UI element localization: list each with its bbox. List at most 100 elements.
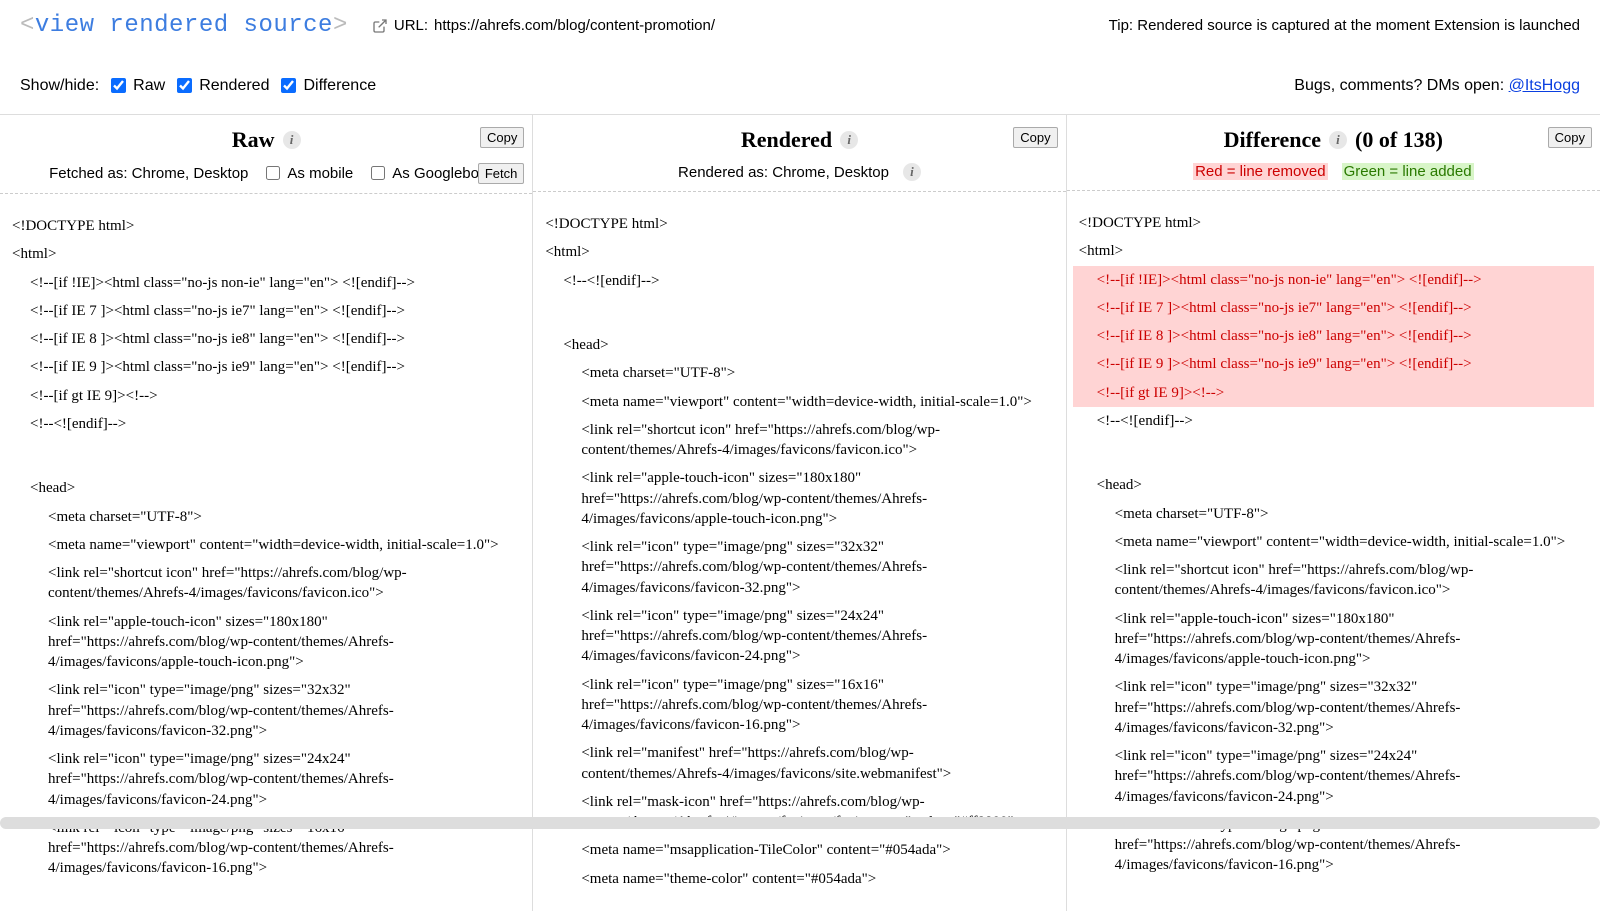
code-line: <link rel="icon" type="image/png" sizes=…: [1073, 673, 1594, 742]
toggle-rendered[interactable]: Rendered: [173, 75, 269, 96]
difference-code-area[interactable]: <!DOCTYPE html><html><!--[if !IE]><html …: [1067, 191, 1600, 898]
column-rendered-title: Rendered: [741, 127, 832, 153]
code-line: <!--[if gt IE 9]><!-->: [1073, 379, 1594, 407]
info-icon[interactable]: i: [1329, 131, 1347, 149]
column-rendered-subheader: Rendered as: Chrome, Desktop i: [533, 157, 1065, 192]
toggle-difference-label: Difference: [303, 77, 376, 95]
copy-raw-button[interactable]: Copy: [480, 127, 524, 148]
code-line: <link rel="apple-touch-icon" sizes="180x…: [539, 464, 1059, 533]
tip-text: Tip: Rendered source is captured at the …: [1109, 17, 1580, 34]
column-difference-header: Difference i (0 of 138) Copy: [1067, 119, 1600, 157]
column-raw: Raw i Copy Fetched as: Chrome, Desktop A…: [0, 115, 533, 911]
app-logo: <view rendered source>: [20, 12, 348, 39]
code-line: <!--[if IE 9 ]><html class="no-js ie9" l…: [1073, 350, 1594, 378]
columns: Raw i Copy Fetched as: Chrome, Desktop A…: [0, 114, 1600, 911]
code-line: <head>: [1073, 471, 1594, 499]
copy-difference-button[interactable]: Copy: [1548, 127, 1592, 148]
code-line: <!--[if IE 7 ]><html class="no-js ie7" l…: [1073, 294, 1594, 322]
code-line: <link rel="icon" type="image/png" sizes=…: [539, 602, 1059, 671]
logo-bracket-right: >: [333, 12, 348, 39]
code-line: <meta charset="UTF-8">: [1073, 500, 1594, 528]
code-line: [6, 438, 526, 474]
code-line: <link rel="shortcut icon" href="https://…: [539, 416, 1059, 465]
code-line: <link rel="shortcut icon" href="https://…: [6, 559, 526, 608]
code-line: <link rel="manifest" href="https://ahref…: [539, 739, 1059, 788]
code-line: <link rel="icon" type="image/png" sizes=…: [539, 533, 1059, 602]
code-line: <!--[if IE 8 ]><html class="no-js ie8" l…: [1073, 322, 1594, 350]
code-line: [539, 295, 1059, 331]
bugs-link[interactable]: @ItsHogg: [1509, 77, 1580, 94]
controls-row: Show/hide: Raw Rendered Difference Bugs,…: [0, 47, 1600, 114]
code-line: <meta charset="UTF-8">: [539, 359, 1059, 387]
toggle-raw[interactable]: Raw: [107, 75, 165, 96]
column-difference-subheader: Red = line removed Green = line added: [1067, 157, 1600, 191]
code-line: <!--[if IE 7 ]><html class="no-js ie7" l…: [6, 297, 526, 325]
toggle-rendered-label: Rendered: [199, 77, 269, 95]
external-link-icon: [372, 18, 388, 34]
column-raw-title: Raw: [232, 127, 275, 153]
showhide-label: Show/hide:: [20, 77, 99, 95]
url-label: URL:: [394, 17, 428, 34]
code-line: <link rel="icon" type="image/png" sizes=…: [1073, 742, 1594, 811]
code-line: <link rel="shortcut icon" href="https://…: [1073, 556, 1594, 605]
code-line: <head>: [539, 331, 1059, 359]
logo-bracket-left: <: [20, 12, 35, 39]
code-line: <!--<![endif]-->: [1073, 407, 1594, 435]
raw-code-area[interactable]: <!DOCTYPE html><html><!--[if !IE]><html …: [0, 194, 532, 901]
info-icon[interactable]: i: [903, 163, 921, 181]
code-line: <!DOCTYPE html>: [6, 212, 526, 240]
code-line: <!--[if gt IE 9]><!-->: [6, 382, 526, 410]
code-line: <meta name="viewport" content="width=dev…: [6, 531, 526, 559]
fetch-button[interactable]: Fetch: [478, 163, 525, 184]
logo-text: view rendered source: [35, 12, 333, 39]
code-line: <!--[if IE 9 ]><html class="no-js ie9" l…: [6, 353, 526, 381]
code-line: <link rel="icon" type="image/png" sizes=…: [6, 676, 526, 745]
as-mobile-label: As mobile: [287, 165, 353, 182]
info-icon[interactable]: i: [840, 131, 858, 149]
difference-count: (0 of 138): [1355, 127, 1443, 153]
column-raw-subheader: Fetched as: Chrome, Desktop As mobile As…: [0, 157, 532, 194]
toggle-rendered-checkbox[interactable]: [177, 78, 192, 93]
as-mobile-toggle[interactable]: As mobile: [262, 163, 353, 183]
column-raw-header: Raw i Copy: [0, 119, 532, 157]
horizontal-scrollbar[interactable]: [0, 817, 1600, 829]
count-suffix: ): [1436, 127, 1443, 152]
as-googlebot-checkbox[interactable]: [371, 166, 385, 180]
code-line: <link rel="apple-touch-icon" sizes="180x…: [6, 608, 526, 677]
rendered-code-area[interactable]: <!DOCTYPE html><html><!--<![endif]--> <h…: [533, 192, 1065, 911]
code-line: <html>: [1073, 237, 1594, 265]
code-line: <link rel="apple-touch-icon" sizes="180x…: [1073, 605, 1594, 674]
count-total: 138: [1403, 127, 1436, 152]
count-of: of: [1379, 127, 1397, 152]
code-line: <head>: [6, 474, 526, 502]
header: <view rendered source> URL: https://ahre…: [0, 0, 1600, 47]
code-line: <link rel="icon" type="image/png" sizes=…: [539, 671, 1059, 740]
code-line: <html>: [539, 238, 1059, 266]
rendered-as-label: Rendered as: Chrome, Desktop: [678, 164, 889, 181]
code-line: <meta name="viewport" content="width=dev…: [539, 388, 1059, 416]
legend-removed: Red = line removed: [1193, 163, 1328, 180]
copy-rendered-button[interactable]: Copy: [1013, 127, 1057, 148]
code-line: <meta charset="UTF-8">: [6, 503, 526, 531]
toggle-difference[interactable]: Difference: [277, 75, 376, 96]
code-line: <meta name="msapplication-TileColor" con…: [539, 836, 1059, 864]
toggle-raw-label: Raw: [133, 77, 165, 95]
code-line: <!--[if IE 8 ]><html class="no-js ie8" l…: [6, 325, 526, 353]
url-value: https://ahrefs.com/blog/content-promotio…: [434, 17, 715, 34]
code-line: <!--<![endif]-->: [539, 267, 1059, 295]
toggle-difference-checkbox[interactable]: [281, 78, 296, 93]
info-icon[interactable]: i: [283, 131, 301, 149]
url-display: URL: https://ahrefs.com/blog/content-pro…: [372, 17, 715, 34]
column-rendered: Rendered i Copy Rendered as: Chrome, Des…: [533, 115, 1066, 911]
column-difference-title: Difference: [1224, 127, 1321, 153]
bugs-label: Bugs, comments? DMs open:: [1294, 77, 1504, 94]
as-mobile-checkbox[interactable]: [266, 166, 280, 180]
as-googlebot-label: As Googlebot: [392, 165, 483, 182]
code-line: <meta name="viewport" content="width=dev…: [1073, 528, 1594, 556]
column-rendered-header: Rendered i Copy: [533, 119, 1065, 157]
code-line: <link rel="icon" type="image/png" sizes=…: [6, 745, 526, 814]
column-difference: Difference i (0 of 138) Copy Red = line …: [1067, 115, 1600, 911]
as-googlebot-toggle[interactable]: As Googlebot: [367, 163, 483, 183]
bugs-link-container: Bugs, comments? DMs open: @ItsHogg: [1294, 77, 1580, 95]
toggle-raw-checkbox[interactable]: [111, 78, 126, 93]
